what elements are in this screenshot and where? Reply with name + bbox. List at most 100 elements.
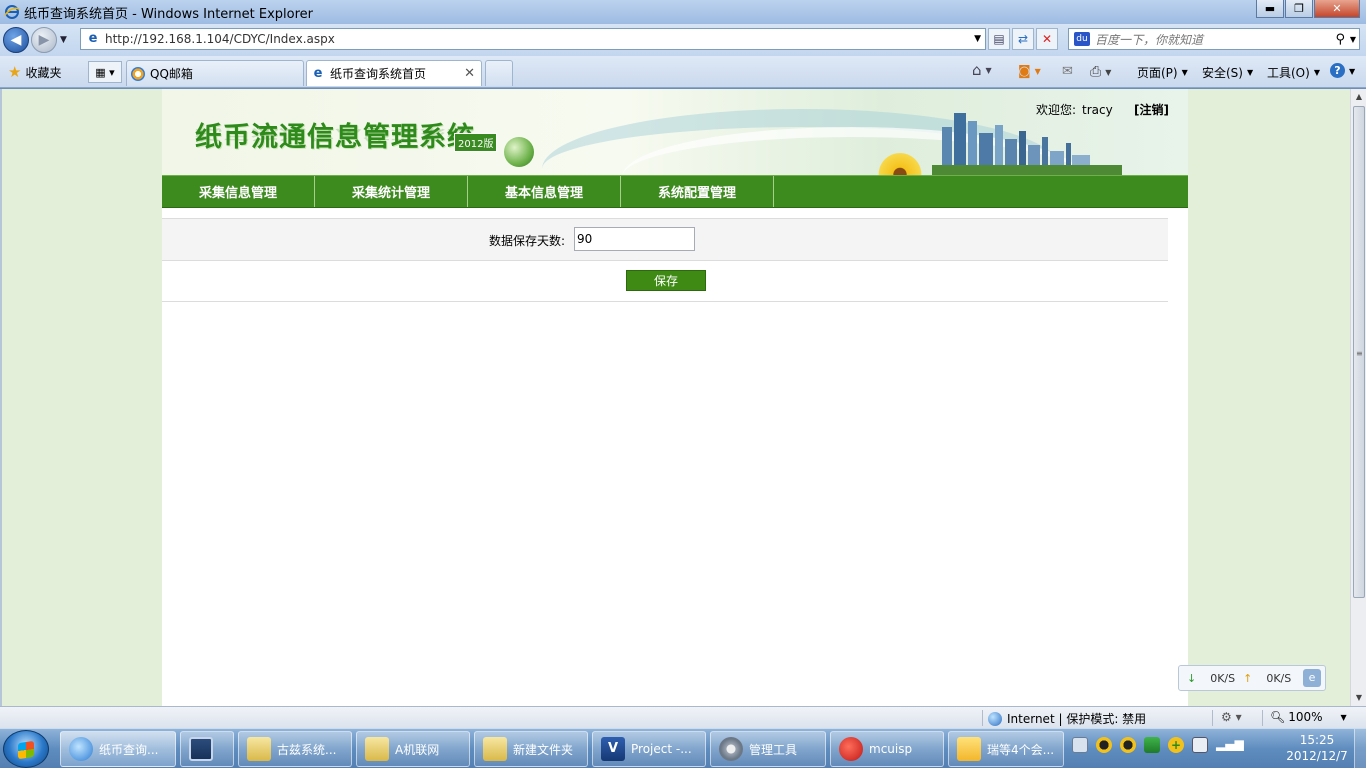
upload-speed: 0K/S bbox=[1266, 671, 1292, 685]
tab-label: QQ邮箱 bbox=[150, 67, 193, 81]
stop-button[interactable]: ✕ bbox=[1036, 28, 1058, 50]
clock[interactable]: 15:25 2012/12/7 bbox=[1282, 732, 1352, 764]
address-dropdown-icon[interactable]: ▼ bbox=[974, 34, 981, 44]
nav-collection-stats[interactable]: 采集统计管理 bbox=[315, 176, 468, 207]
taskbar-item-folder-1[interactable]: 古兹系统... bbox=[238, 731, 352, 767]
status-separator bbox=[1212, 710, 1213, 726]
windows-logo-icon bbox=[18, 740, 34, 760]
taskbar-item-folder-2[interactable]: A机联网 bbox=[356, 731, 470, 767]
gear-icon bbox=[719, 737, 743, 761]
arrow-down-icon: ↓ bbox=[1187, 671, 1197, 685]
tab-qq-mail[interactable]: QQ邮箱 bbox=[126, 60, 304, 86]
chevron-down-icon[interactable]: ▼ bbox=[1105, 68, 1111, 77]
safety-menu-label: 安全(S) bbox=[1202, 66, 1243, 80]
taskbar-item-chats[interactable]: 瑞等4个会... bbox=[948, 731, 1064, 767]
vertical-scrollbar[interactable]: ▲ ≡ ▼ bbox=[1350, 89, 1366, 706]
username: tracy bbox=[1082, 103, 1113, 117]
taskbar-item-visio[interactable]: V Project -... bbox=[592, 731, 706, 767]
page-menu[interactable]: 页面(P) ▼ bbox=[1137, 64, 1188, 81]
chevron-down-icon[interactable]: ▼ bbox=[1035, 67, 1041, 76]
signal-icon[interactable]: ▂▄▆ bbox=[1216, 737, 1244, 753]
globe-icon bbox=[988, 711, 1002, 726]
star-icon: ★ bbox=[8, 63, 22, 81]
save-button[interactable]: 保存 bbox=[626, 270, 706, 291]
compat-icon: ▤ bbox=[993, 32, 1005, 46]
taskbar-label: 古兹系统... bbox=[277, 742, 337, 757]
zone-text: Internet | 保护模式: 禁用 bbox=[1007, 712, 1147, 726]
close-tab-icon[interactable]: ✕ bbox=[464, 66, 475, 81]
new-tab-button[interactable] bbox=[485, 60, 513, 86]
days-label: 数据保存天数: bbox=[489, 234, 566, 248]
address-bar[interactable]: e http://192.168.1.104/CDYC/Index.aspx ▼ bbox=[80, 28, 986, 50]
close-window-button[interactable]: ✕ bbox=[1314, 0, 1360, 18]
site-banner: 纸币流通信息管理系统 纸币流通信息管理系统 2012版 欢迎您: tracy [… bbox=[162, 89, 1188, 175]
magnifier-icon: 🔍︎ bbox=[1270, 710, 1286, 724]
taskbar: 纸币查询... 古兹系统... A机联网 新建文件夹 V Project -..… bbox=[0, 728, 1366, 768]
tools-menu[interactable]: 工具(O) ▼ bbox=[1267, 64, 1320, 81]
taskbar-item-media[interactable] bbox=[180, 731, 234, 767]
search-placeholder[interactable]: 百度一下，你就知道 bbox=[1095, 31, 1203, 48]
folder-icon bbox=[365, 737, 389, 761]
quick-tabs-button[interactable]: ▦ ▾ bbox=[88, 61, 122, 83]
forward-button[interactable]: ▶ bbox=[31, 27, 57, 53]
plus-icon[interactable]: + bbox=[1168, 737, 1184, 753]
refresh-button[interactable]: ⇄ bbox=[1012, 28, 1034, 50]
zoom-control[interactable]: 🔍︎ 100% ▼ bbox=[1270, 710, 1347, 724]
qq-icon[interactable] bbox=[1120, 737, 1136, 753]
welcome-label: 欢迎您: bbox=[1036, 103, 1077, 117]
history-dropdown-icon[interactable]: ▼ bbox=[60, 35, 67, 45]
show-desktop-button[interactable] bbox=[1354, 729, 1366, 768]
help-dropdown-icon[interactable]: ▼ bbox=[1349, 67, 1355, 76]
scroll-up-icon[interactable]: ▲ bbox=[1351, 89, 1366, 105]
safety-menu[interactable]: 安全(S) ▼ bbox=[1202, 64, 1253, 81]
ie-icon[interactable]: e bbox=[1303, 669, 1321, 687]
search-icon[interactable]: ⚲ bbox=[1335, 32, 1345, 47]
search-box[interactable]: du 百度一下，你就知道 ⚲ ▼ bbox=[1068, 28, 1360, 50]
nav-basic-info[interactable]: 基本信息管理 bbox=[468, 176, 621, 207]
help-icon[interactable]: ? bbox=[1330, 63, 1345, 78]
feeds-button[interactable]: ◙ ▼ bbox=[1018, 64, 1041, 79]
shield-icon[interactable] bbox=[1144, 737, 1160, 753]
arrow-up-icon: ↑ bbox=[1243, 671, 1253, 685]
chevron-down-icon[interactable]: ▼ bbox=[986, 66, 992, 75]
device-icon[interactable] bbox=[1192, 737, 1208, 753]
config-form: 数据保存天数: 保存 bbox=[162, 218, 1168, 302]
tab-main-page[interactable]: e 纸币查询系统首页 ✕ bbox=[306, 60, 482, 86]
settings-icon[interactable]: ⚙ ▾ bbox=[1221, 710, 1242, 724]
compatibility-view-button[interactable]: ▤ bbox=[988, 28, 1010, 50]
taskbar-item-mcuisp[interactable]: mcuisp bbox=[830, 731, 944, 767]
speaker-icon[interactable]: 🔈︎ bbox=[1240, 737, 1256, 753]
download-speed: 0K/S bbox=[1210, 671, 1236, 685]
taskbar-item-ie[interactable]: 纸币查询... bbox=[60, 731, 176, 767]
read-mail-button[interactable]: ✉ bbox=[1062, 64, 1073, 79]
days-input[interactable] bbox=[574, 227, 695, 251]
printer-icon: ⎙ bbox=[1090, 64, 1102, 80]
qq-icon[interactable] bbox=[1096, 737, 1112, 753]
nav-collection-info[interactable]: 采集信息管理 bbox=[162, 176, 315, 207]
address-url[interactable]: http://192.168.1.104/CDYC/Index.aspx bbox=[105, 32, 335, 46]
taskbar-label: 新建文件夹 bbox=[513, 742, 574, 757]
logout-link[interactable]: [注销] bbox=[1134, 101, 1169, 118]
page-menu-label: 页面(P) bbox=[1137, 66, 1178, 80]
minimize-button[interactable]: ▬ bbox=[1256, 0, 1284, 18]
back-button[interactable]: ◀ bbox=[3, 27, 29, 53]
keyboard-icon[interactable] bbox=[1072, 737, 1088, 753]
search-dropdown-icon[interactable]: ▼ bbox=[1350, 35, 1356, 44]
taskbar-item-folder-3[interactable]: 新建文件夹 bbox=[474, 731, 588, 767]
tools-menu-label: 工具(O) bbox=[1267, 66, 1310, 80]
security-zone[interactable]: Internet | 保护模式: 禁用 bbox=[988, 710, 1146, 727]
status-separator bbox=[982, 710, 983, 726]
start-button[interactable] bbox=[3, 730, 49, 768]
home-button[interactable]: ⌂ ▼ bbox=[972, 61, 992, 79]
form-row-actions: 保存 bbox=[162, 260, 1168, 302]
scroll-down-icon[interactable]: ▼ bbox=[1351, 690, 1366, 706]
nav-system-config[interactable]: 系统配置管理 bbox=[621, 176, 774, 207]
qq-mail-icon bbox=[131, 66, 145, 81]
favorites-button[interactable]: ★ 收藏夹 bbox=[8, 63, 61, 81]
print-button[interactable]: ⎙ ▼ bbox=[1090, 64, 1111, 80]
taskbar-item-admin-tools[interactable]: 管理工具 bbox=[710, 731, 826, 767]
network-speed-widget[interactable]: ↓ 0K/S ↑ 0K/S e bbox=[1178, 665, 1326, 691]
maximize-button[interactable]: ❐ bbox=[1285, 0, 1313, 18]
taskbar-label: mcuisp bbox=[869, 742, 913, 756]
navigation-bar: ◀ ▶ ▼ e http://192.168.1.104/CDYC/Index.… bbox=[0, 24, 1366, 56]
